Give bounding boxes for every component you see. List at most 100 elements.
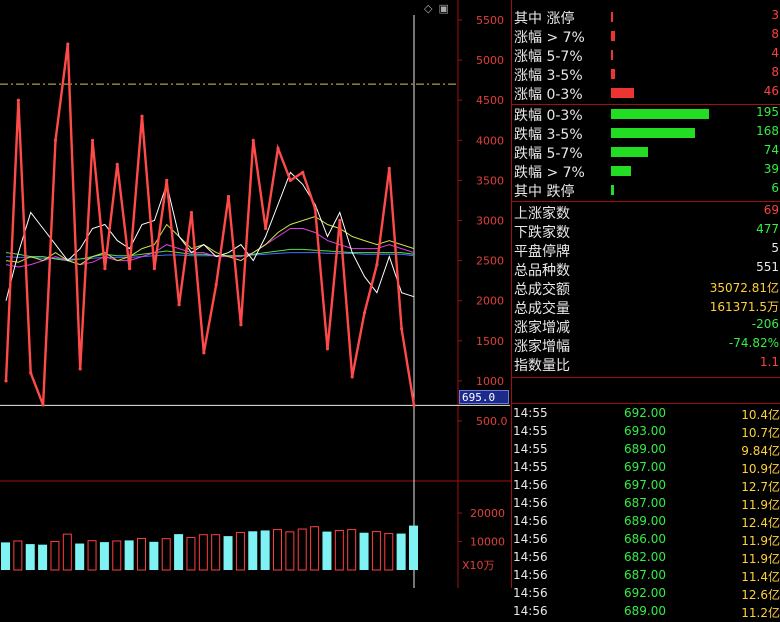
volume-axis-label: 20000 bbox=[470, 507, 505, 520]
breadth-value: 4 bbox=[771, 46, 779, 60]
volume-bar bbox=[137, 537, 146, 571]
volume-bar bbox=[396, 533, 406, 570]
tick-volume: 10.4亿 bbox=[741, 408, 780, 422]
tick-volume: 12.6亿 bbox=[741, 588, 780, 602]
tick-row[interactable]: 14:55 689.00 9.84亿 bbox=[512, 442, 780, 460]
stat-row: 涨家增减 -206 bbox=[512, 317, 780, 336]
tick-row[interactable]: 14:56 689.00 12.4亿 bbox=[512, 514, 780, 532]
volume-bar bbox=[273, 529, 282, 571]
breadth-bar bbox=[611, 128, 696, 138]
breadth-value: 46 bbox=[763, 84, 779, 98]
volume-bar bbox=[87, 540, 97, 571]
tick-row[interactable]: 14:56 682.00 11.9亿 bbox=[512, 550, 780, 568]
tick-volume: 11.4亿 bbox=[741, 570, 780, 584]
stat-row: 平盘停牌 5 bbox=[512, 241, 780, 260]
price-axis-label: 1000 bbox=[476, 375, 504, 388]
tick-row[interactable]: 14:55 693.00 10.7亿 bbox=[512, 424, 780, 442]
tick-row[interactable]: 14:56 686.00 11.9亿 bbox=[512, 532, 780, 550]
volume-bar bbox=[409, 525, 418, 570]
volume-bar bbox=[285, 531, 295, 571]
volume-bar bbox=[38, 544, 48, 570]
data-point bbox=[412, 403, 416, 407]
data-point bbox=[375, 263, 379, 267]
tick-time: 14:56 bbox=[513, 532, 548, 546]
volume-bar bbox=[149, 541, 159, 570]
tick-time: 14:56 bbox=[513, 496, 548, 510]
breadth-row: 跌幅 5-7% 74 bbox=[512, 143, 780, 162]
volume-bar bbox=[235, 531, 245, 571]
price-axis-label: 1500 bbox=[476, 335, 504, 348]
tick-row[interactable]: 14:56 689.00 11.2亿 bbox=[512, 604, 780, 622]
section-divider bbox=[512, 201, 780, 202]
volume-bar bbox=[174, 534, 184, 570]
tick-time: 14:55 bbox=[513, 442, 548, 456]
data-point bbox=[214, 283, 218, 287]
data-point bbox=[362, 311, 367, 315]
breadth-row: 涨幅 0-3% 46 bbox=[512, 84, 780, 103]
tick-price: 682.00 bbox=[624, 550, 666, 564]
breadth-value: 3 bbox=[771, 8, 779, 22]
stat-value: 1.1 bbox=[759, 355, 779, 369]
stat-label: 涨家增幅 bbox=[514, 339, 570, 355]
price-axis-label: 5000 bbox=[476, 54, 504, 67]
breadth-row: 跌幅 3-5% 168 bbox=[512, 124, 780, 143]
section-divider bbox=[512, 104, 780, 105]
data-point bbox=[165, 178, 169, 182]
volume-bar bbox=[50, 541, 60, 571]
tick-time: 14:56 bbox=[513, 586, 548, 600]
breadth-row: 涨幅 5-7% 4 bbox=[512, 46, 780, 65]
stat-value: -206 bbox=[751, 317, 779, 331]
stat-row: 涨家增幅 -74.82% bbox=[512, 336, 780, 355]
breadth-label: 跌幅 3-5% bbox=[514, 127, 583, 143]
breadth-label: 跌幅 > 7% bbox=[514, 165, 585, 181]
volume-bar bbox=[99, 542, 109, 570]
volume-bar bbox=[75, 543, 85, 570]
tick-price: 689.00 bbox=[624, 514, 666, 528]
data-point bbox=[251, 138, 255, 142]
tick-volume: 11.2亿 bbox=[741, 606, 780, 620]
volume-bar bbox=[260, 530, 270, 570]
tick-row[interactable]: 14:56 687.00 11.9亿 bbox=[512, 496, 780, 514]
stat-value: -74.82% bbox=[728, 336, 779, 350]
data-point bbox=[400, 327, 404, 331]
volume-bar bbox=[359, 532, 369, 570]
stat-value: 5 bbox=[771, 241, 779, 255]
window-icon[interactable]: ▣ bbox=[438, 2, 448, 15]
data-point bbox=[387, 166, 391, 170]
tick-price: 689.00 bbox=[624, 604, 666, 618]
volume-bar bbox=[1, 542, 10, 570]
tick-row[interactable]: 14:56 687.00 11.4亿 bbox=[512, 568, 780, 586]
data-point bbox=[29, 371, 33, 375]
section-divider bbox=[512, 403, 780, 404]
tick-price: 687.00 bbox=[624, 568, 666, 582]
tick-row[interactable]: 14:56 697.00 12.7亿 bbox=[512, 478, 780, 496]
data-point bbox=[276, 146, 280, 150]
price-axis-label: 2000 bbox=[476, 295, 504, 308]
stat-value: 477 bbox=[756, 222, 779, 236]
tick-time: 14:56 bbox=[513, 568, 548, 582]
volume-bar bbox=[211, 534, 221, 571]
market-breadth-panel: 其中 涨停 3 涨幅 > 7% 8 涨幅 5-7% 4 涨幅 3-5% 8 涨幅 0-3% 46 跌… bbox=[511, 0, 780, 620]
stat-row: 下跌家数 477 bbox=[512, 222, 780, 241]
data-point bbox=[103, 267, 107, 271]
data-point bbox=[313, 206, 317, 211]
tick-row[interactable]: 14:55 692.00 10.4亿 bbox=[512, 406, 780, 424]
section-divider bbox=[512, 377, 780, 378]
main-chart[interactable]: 5500 5000 4500 4000 3500 3000 2500 2000 1500 1000… bbox=[0, 0, 511, 588]
tick-row[interactable]: 14:56 692.00 12.6亿 bbox=[512, 586, 780, 604]
breadth-value: 74 bbox=[763, 143, 779, 157]
price-axis-label: 4000 bbox=[476, 134, 504, 147]
tick-volume: 9.84亿 bbox=[741, 444, 780, 458]
data-point bbox=[4, 379, 8, 383]
price-axis-label: 4500 bbox=[476, 94, 504, 107]
breadth-bar bbox=[611, 147, 649, 157]
breadth-label: 跌幅 0-3% bbox=[514, 108, 583, 124]
tick-price: 692.00 bbox=[624, 586, 666, 600]
breadth-bar bbox=[611, 88, 635, 98]
current-price-label: 695.0 bbox=[459, 390, 509, 404]
tick-row[interactable]: 14:55 697.00 10.9亿 bbox=[512, 460, 780, 478]
breadth-value: 6 bbox=[771, 181, 779, 195]
breadth-label: 涨幅 3-5% bbox=[514, 68, 583, 84]
diamond-icon[interactable]: ◇ bbox=[424, 2, 432, 15]
breadth-label: 跌幅 5-7% bbox=[514, 146, 583, 162]
